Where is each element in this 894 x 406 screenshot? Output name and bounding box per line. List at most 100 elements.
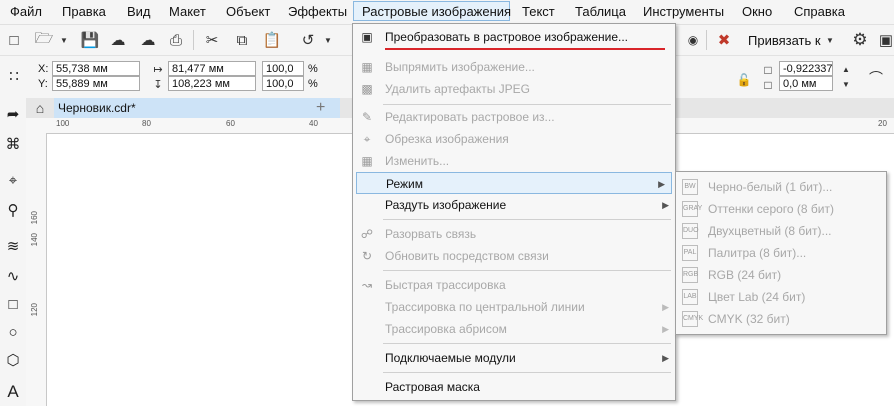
crop-tool-icon[interactable]: ⌖ [3, 170, 23, 190]
menu-object[interactable]: Объект [226, 4, 270, 19]
pick-tool-icon[interactable]: ➦ [3, 104, 23, 124]
menu-item-mode[interactable]: Режим ▶ [356, 172, 672, 194]
submenu-item-black-white[interactable]: BW Черно-белый (1 бит)... [676, 176, 886, 198]
menu-item-quick-trace[interactable]: ↝ Быстрая трассировка [353, 274, 675, 296]
offset-field[interactable]: 0,0 мм [779, 76, 833, 91]
grayscale-icon: GRAY [682, 201, 702, 217]
vertical-ruler[interactable]: 160 140 120 [26, 133, 47, 406]
menu-item-jpeg-artifacts[interactable]: ▩ Удалить артефакты JPEG [353, 78, 675, 100]
palette-icon: PAL [682, 245, 698, 261]
polygon-tool-icon[interactable]: ⬡ [3, 350, 23, 370]
cloud-share-icon[interactable]: ☁ [138, 30, 158, 50]
text-tool-icon[interactable]: A [3, 382, 23, 402]
launcher-icon[interactable]: ▣ [876, 30, 894, 50]
menu-item-resample[interactable]: ▦ Изменить... [353, 150, 675, 172]
ruler-tick: 160 [30, 211, 39, 225]
menu-item-bitmap-mask[interactable]: Растровая маска [353, 376, 675, 398]
snap-dropdown-icon[interactable]: ▼ [820, 30, 840, 50]
settings-gear-icon[interactable]: ⚙ [850, 30, 870, 50]
ellipse-tool-icon[interactable]: ○ [3, 322, 23, 342]
offset-spinner-icon[interactable]: ▼ [836, 74, 856, 94]
undo-icon[interactable]: ↺ [298, 30, 318, 50]
menu-edit[interactable]: Правка [62, 4, 106, 19]
open-folder-icon[interactable]: 🗁 [34, 30, 54, 50]
menu-separator [383, 372, 671, 373]
toolbar-separator [706, 30, 707, 50]
home-icon[interactable]: ⌂ [30, 98, 50, 118]
menu-separator [383, 270, 671, 271]
menu-layout[interactable]: Макет [169, 4, 206, 19]
menu-item-crop-bitmap[interactable]: ⌖ Обрезка изображения [353, 128, 675, 150]
new-document-icon[interactable]: □ [4, 30, 24, 50]
snap-to-dropdown[interactable]: Привязать к [748, 33, 821, 48]
menu-file[interactable]: Файл [10, 4, 42, 19]
offset-icon: □ [764, 78, 772, 92]
shape-tool-icon[interactable]: ⌘ [3, 134, 23, 154]
save-icon[interactable]: 💾 [80, 30, 100, 50]
height-field[interactable]: 108,223 мм [168, 76, 256, 91]
menu-item-plugins[interactable]: Подключаемые модули ▶ [353, 347, 675, 369]
duotone-icon: DUO [682, 223, 699, 239]
submenu-item-cmyk[interactable]: CMYK CMYK (32 бит) [676, 308, 886, 330]
snap-icon[interactable]: ✖ [714, 30, 734, 50]
menu-table[interactable]: Таблица [575, 4, 626, 19]
freehand-tool-icon[interactable]: ≋ [3, 236, 23, 256]
menu-item-outline-trace[interactable]: Трассировка абрисом ▶ [353, 318, 675, 340]
menu-item-update-from-link[interactable]: ↻ Обновить посредством связи [353, 245, 675, 267]
menu-item-edit-bitmap[interactable]: ✎ Редактировать растровое из... [353, 106, 675, 128]
submenu-item-palette[interactable]: PAL Палитра (8 бит)... [676, 242, 886, 264]
menu-view[interactable]: Вид [127, 4, 151, 19]
cloud-upload-icon[interactable]: ☁ [108, 30, 128, 50]
edit-bitmap-icon: ✎ [361, 110, 373, 124]
width-field[interactable]: 81,477 мм [168, 61, 256, 76]
zoom-tool-icon[interactable]: ⚲ [3, 200, 23, 220]
paste-icon[interactable]: 📋 [262, 30, 282, 50]
cut-icon[interactable]: ✂ [202, 30, 222, 50]
open-dropdown-icon[interactable]: ▼ [54, 30, 74, 50]
undo-dropdown-icon[interactable]: ▼ [318, 30, 338, 50]
menu-window[interactable]: Окно [742, 4, 772, 19]
menu-help[interactable]: Справка [794, 4, 845, 19]
view-icon[interactable]: ◉ [683, 30, 703, 50]
crop-bitmap-icon: ⌖ [363, 132, 371, 146]
menu-item-convert-to-bitmap[interactable]: ▣ Преобразовать в растровое изображение.… [353, 26, 675, 48]
quick-trace-icon: ↝ [361, 278, 373, 292]
corner-icon[interactable]: ⌒ [866, 68, 886, 88]
angle-field[interactable]: -0,922337 [779, 61, 833, 76]
convert-to-bitmap-icon: ▣ [361, 30, 373, 44]
toolbar-separator [193, 30, 194, 50]
y-label: Y: [38, 78, 48, 90]
ruler-tick: 20 [878, 119, 887, 128]
print-icon[interactable]: ⎙ [166, 30, 186, 50]
menu-item-inflate-bitmap[interactable]: Раздуть изображение ▶ [353, 194, 675, 216]
jpeg-artifacts-icon: ▩ [361, 82, 373, 96]
copy-icon[interactable]: ⧉ [232, 30, 252, 50]
y-position-field[interactable]: 55,889 мм [52, 76, 140, 91]
object-origin-icon[interactable]: ∷ [4, 66, 24, 86]
lock-icon[interactable]: 🔓 [734, 70, 754, 90]
document-tab[interactable]: Черновик.cdr* [54, 98, 340, 118]
menu-effects[interactable]: Эффекты [288, 4, 347, 19]
menu-item-straighten-image[interactable]: ▦ Выпрямить изображение... [353, 56, 675, 78]
menu-bitmaps[interactable]: Растровые изображения [353, 1, 511, 21]
bitmaps-menu: ▣ Преобразовать в растровое изображение.… [352, 23, 676, 401]
menu-separator [383, 219, 671, 220]
resample-icon: ▦ [361, 154, 373, 168]
scale-width-field[interactable]: 100,0 [262, 61, 304, 76]
artistic-media-tool-icon[interactable]: ∿ [3, 266, 23, 286]
menu-tools[interactable]: Инструменты [643, 4, 724, 19]
document-tab-label: Черновик.cdr* [58, 101, 136, 115]
menu-separator [383, 104, 671, 105]
x-position-field[interactable]: 55,738 мм [52, 61, 140, 76]
menu-item-centerline-trace[interactable]: Трассировка по центральной линии ▶ [353, 296, 675, 318]
submenu-item-duotone[interactable]: DUO Двухцветный (8 бит)... [676, 220, 886, 242]
submenu-item-rgb[interactable]: RGB RGB (24 бит) [676, 264, 886, 286]
menu-text[interactable]: Текст [522, 4, 555, 19]
menu-item-break-link[interactable]: ☍ Разорвать связь [353, 223, 675, 245]
break-link-icon: ☍ [360, 227, 374, 241]
add-tab-button[interactable]: + [316, 99, 325, 117]
rectangle-tool-icon[interactable]: □ [3, 294, 23, 314]
scale-height-field[interactable]: 100,0 [262, 76, 304, 91]
submenu-item-lab[interactable]: LAB Цвет Lab (24 бит) [676, 286, 886, 308]
submenu-item-grayscale[interactable]: GRAY Оттенки серого (8 бит) [676, 198, 886, 220]
